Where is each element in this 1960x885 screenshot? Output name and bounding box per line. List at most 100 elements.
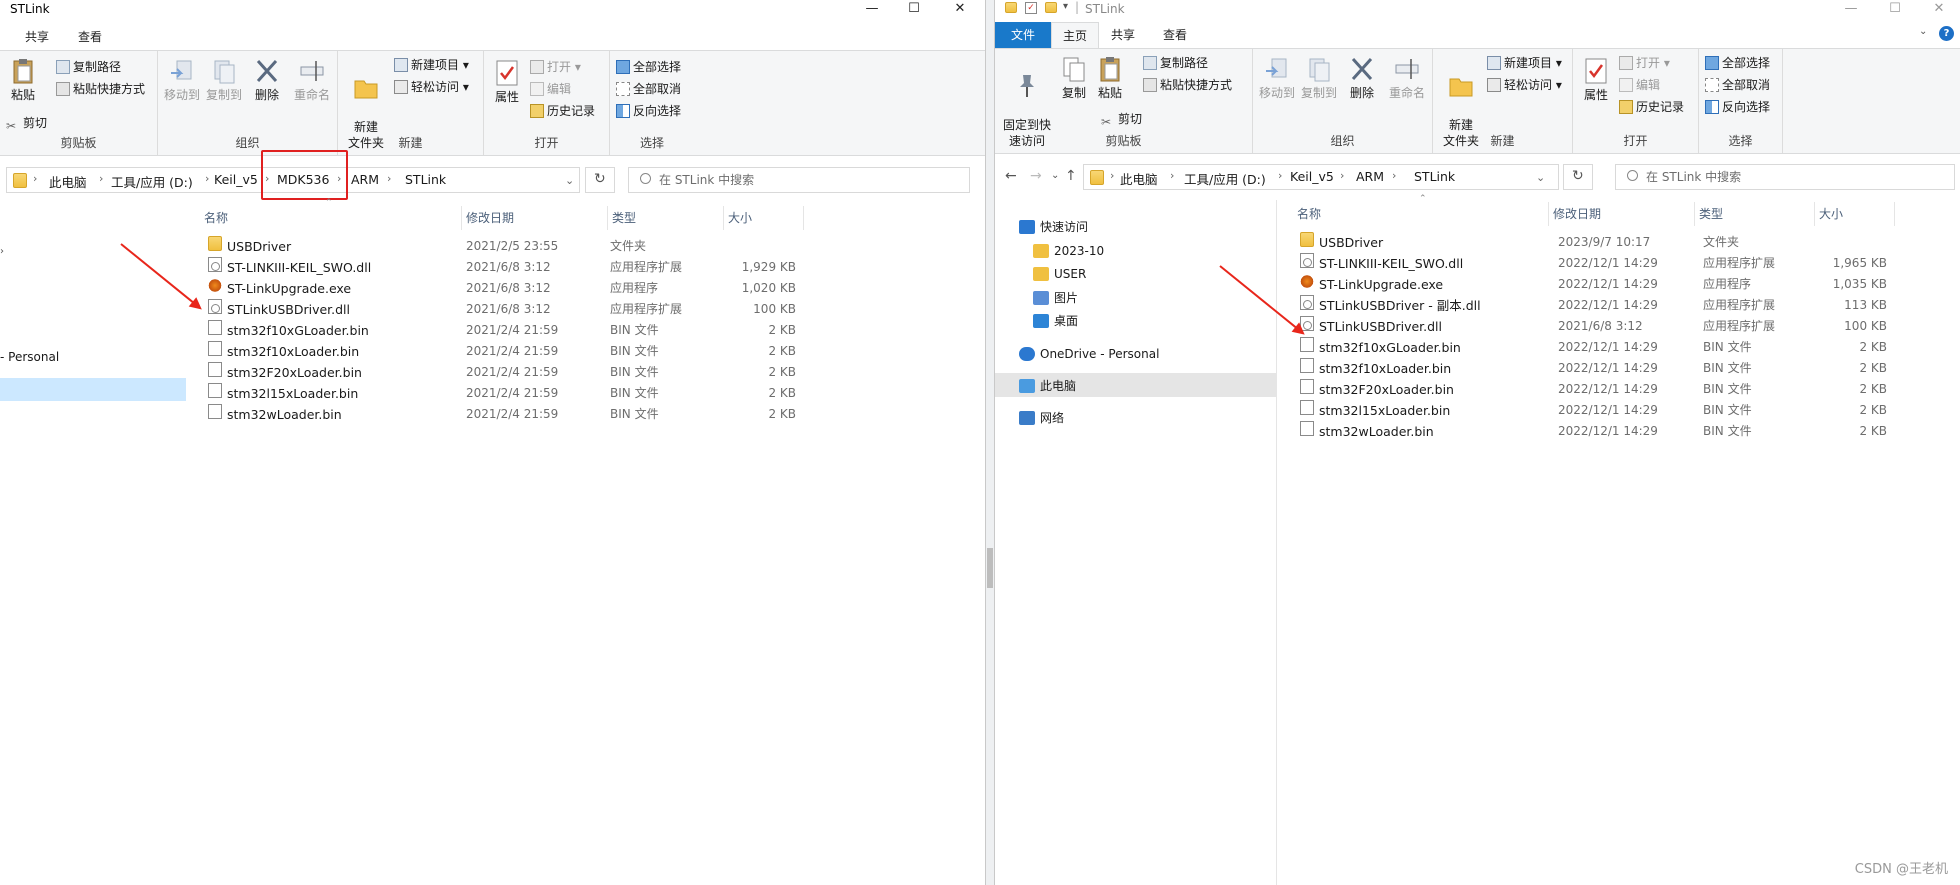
scrollbar-thumb[interactable] xyxy=(987,548,993,588)
qat-dropdown-icon[interactable]: ▾ xyxy=(1063,1,1068,12)
open-button[interactable]: 打开 ▾ xyxy=(530,59,581,75)
file-row[interactable]: USBDriver 2023/9/7 10:17 文件夹 xyxy=(995,232,1960,253)
tab-share[interactable]: 共享 xyxy=(17,24,57,50)
breadcrumb-this-pc[interactable]: 此电脑 xyxy=(49,172,87,191)
paste-shortcut-button[interactable]: 粘贴快捷方式 xyxy=(56,81,145,97)
properties-button[interactable]: 属性 xyxy=(490,59,524,105)
cut-button[interactable]: ✂ 剪切 xyxy=(6,115,47,133)
ribbon-collapse-icon[interactable]: ⌄ xyxy=(1919,26,1927,37)
tab-home[interactable]: 主页 xyxy=(1051,22,1099,48)
recent-locations-icon[interactable]: ⌄ xyxy=(1051,170,1059,181)
move-to-button[interactable]: 移动到 xyxy=(162,57,202,103)
file-row[interactable]: STLinkUSBDriver.dll 2021/6/8 3:12 应用程序扩展 10… xyxy=(0,299,985,320)
easy-access-button[interactable]: 轻松访问 ▾ xyxy=(1487,77,1562,93)
back-arrow-icon[interactable]: ← xyxy=(1005,168,1017,184)
tab-view[interactable]: 查看 xyxy=(70,24,110,50)
copy-path-button[interactable]: 复制路径 xyxy=(56,59,121,75)
file-row[interactable]: STLinkUSBDriver - 副本.dll 2022/12/1 14:29 应… xyxy=(995,295,1960,316)
file-row[interactable]: stm32l15xLoader.bin 2022/12/1 14:29 BIN 文件… xyxy=(995,400,1960,421)
select-none-button[interactable]: 全部取消 xyxy=(616,81,681,97)
new-item-button[interactable]: 新建项目 ▾ xyxy=(394,57,469,73)
select-all-button[interactable]: 全部选择 xyxy=(1705,55,1770,71)
address-dropdown-icon[interactable]: ⌄ xyxy=(1536,171,1545,184)
breadcrumb-keil[interactable]: Keil_v5 xyxy=(214,172,258,187)
up-arrow-icon[interactable]: ↑ xyxy=(1065,168,1077,184)
paste-button[interactable]: 粘贴 xyxy=(6,57,40,103)
rename-button[interactable]: 重命名 xyxy=(290,57,334,103)
address-dropdown-icon[interactable]: ⌄ xyxy=(565,174,574,187)
minimize-button[interactable]: — xyxy=(850,0,894,20)
file-row[interactable]: stm32wLoader.bin 2022/12/1 14:29 BIN 文件 2 K… xyxy=(995,421,1960,442)
close-button[interactable]: ✕ xyxy=(938,0,982,20)
edit-button[interactable]: 编辑 xyxy=(530,81,571,97)
help-icon[interactable]: ? xyxy=(1939,26,1954,41)
paste-button[interactable]: 粘贴 xyxy=(1095,55,1125,101)
paste-shortcut-button[interactable]: 粘贴快捷方式 xyxy=(1143,77,1232,93)
refresh-button[interactable]: ↻ xyxy=(1563,164,1593,190)
column-header-date[interactable]: 修改日期 xyxy=(1549,202,1695,226)
file-row[interactable]: ST-LinkUpgrade.exe 2022/12/1 14:29 应用程序 1,0… xyxy=(995,274,1960,295)
new-folder-qat-icon[interactable] xyxy=(1045,2,1057,13)
file-row[interactable]: stm32f10xLoader.bin 2022/12/1 14:29 BIN 文件… xyxy=(995,358,1960,379)
file-row[interactable]: stm32f10xGLoader.bin 2022/12/1 14:29 BIN 文… xyxy=(995,337,1960,358)
new-item-button[interactable]: 新建项目 ▾ xyxy=(1487,55,1562,71)
copy-button[interactable]: 复制 xyxy=(1059,55,1089,101)
column-header-type[interactable]: 类型 xyxy=(1695,202,1815,226)
tab-view[interactable]: 查看 xyxy=(1155,22,1195,48)
minimize-button[interactable]: — xyxy=(1829,0,1873,20)
breadcrumb-drive[interactable]: 工具/应用 (D:) xyxy=(1184,169,1266,188)
rename-button[interactable]: 重命名 xyxy=(1385,55,1429,101)
edit-button[interactable]: 编辑 xyxy=(1619,77,1660,93)
delete-button[interactable]: 删除 xyxy=(250,57,284,103)
breadcrumb-drive[interactable]: 工具/应用 (D:) xyxy=(111,172,193,191)
delete-button[interactable]: 删除 xyxy=(1345,55,1379,101)
breadcrumb-arm[interactable]: ARM xyxy=(351,172,379,187)
search-input[interactable]: 在 STLink 中搜索 xyxy=(1615,164,1955,190)
breadcrumb-arm[interactable]: ARM xyxy=(1356,169,1384,184)
select-all-button[interactable]: 全部选择 xyxy=(616,59,681,75)
select-none-button[interactable]: 全部取消 xyxy=(1705,77,1770,93)
breadcrumb-this-pc[interactable]: 此电脑 xyxy=(1120,169,1158,188)
maximize-button[interactable]: ☐ xyxy=(892,0,936,20)
copy-to-button[interactable]: 复制到 xyxy=(1299,55,1339,101)
copy-to-button[interactable]: 复制到 xyxy=(204,57,244,103)
file-row[interactable]: ST-LINKIII-KEIL_SWO.dll 2022/12/1 14:29 应用… xyxy=(995,253,1960,274)
copy-path-button[interactable]: 复制路径 xyxy=(1143,55,1208,71)
file-row[interactable]: STLinkUSBDriver.dll 2021/6/8 3:12 应用程序扩展 10… xyxy=(995,316,1960,337)
tab-share[interactable]: 共享 xyxy=(1103,22,1143,48)
breadcrumb-stlink[interactable]: STLink xyxy=(1414,169,1455,184)
breadcrumb-keil[interactable]: Keil_v5 xyxy=(1290,169,1334,184)
history-button[interactable]: 历史记录 xyxy=(1619,99,1684,115)
column-header-name[interactable]: 名称 xyxy=(200,206,462,230)
file-row[interactable]: stm32f10xGLoader.bin 2021/2/4 21:59 BIN 文件… xyxy=(0,320,985,341)
close-button[interactable]: ✕ xyxy=(1917,0,1960,20)
easy-access-button[interactable]: 轻松访问 ▾ xyxy=(394,79,469,95)
forward-arrow-icon[interactable]: → xyxy=(1030,168,1042,184)
file-row[interactable]: stm32F20xLoader.bin 2021/2/4 21:59 BIN 文件 2… xyxy=(0,362,985,383)
file-row[interactable]: ST-LinkUpgrade.exe 2021/6/8 3:12 应用程序 1,020… xyxy=(0,278,985,299)
column-header-name[interactable]: 名称 xyxy=(1293,202,1549,226)
file-row[interactable]: USBDriver 2021/2/5 23:55 文件夹 xyxy=(0,236,985,257)
properties-button[interactable]: 属性 xyxy=(1579,57,1613,103)
invert-selection-button[interactable]: 反向选择 xyxy=(1705,99,1770,115)
history-button[interactable]: 历史记录 xyxy=(530,103,595,119)
search-input[interactable]: 在 STLink 中搜索 xyxy=(628,167,970,193)
file-row[interactable]: stm32F20xLoader.bin 2022/12/1 14:29 BIN 文件… xyxy=(995,379,1960,400)
column-header-size[interactable]: 大小 xyxy=(1815,202,1895,226)
move-to-button[interactable]: 移动到 xyxy=(1257,55,1297,101)
invert-selection-button[interactable]: 反向选择 xyxy=(616,103,681,119)
cut-button[interactable]: ✂ 剪切 xyxy=(1101,111,1142,129)
column-header-size[interactable]: 大小 xyxy=(724,206,804,230)
maximize-button[interactable]: ☐ xyxy=(1873,0,1917,20)
tab-file[interactable]: 文件 xyxy=(995,22,1051,48)
open-button[interactable]: 打开 ▾ xyxy=(1619,55,1670,71)
refresh-button[interactable]: ↻ xyxy=(585,167,615,193)
breadcrumb-stlink[interactable]: STLink xyxy=(405,172,446,187)
file-row[interactable]: stm32l15xLoader.bin 2021/2/4 21:59 BIN 文件 2… xyxy=(0,383,985,404)
file-row[interactable]: stm32f10xLoader.bin 2021/2/4 21:59 BIN 文件 2… xyxy=(0,341,985,362)
file-row[interactable]: stm32wLoader.bin 2021/2/4 21:59 BIN 文件 2 KB xyxy=(0,404,985,425)
column-header-date[interactable]: 修改日期 xyxy=(462,206,608,230)
properties-qat-icon[interactable]: ✓ xyxy=(1025,2,1037,14)
address-bar[interactable]: › 此电脑 › 工具/应用 (D:) › Keil_v5 › ARM › STL… xyxy=(1083,164,1559,190)
column-header-type[interactable]: 类型 xyxy=(608,206,724,230)
